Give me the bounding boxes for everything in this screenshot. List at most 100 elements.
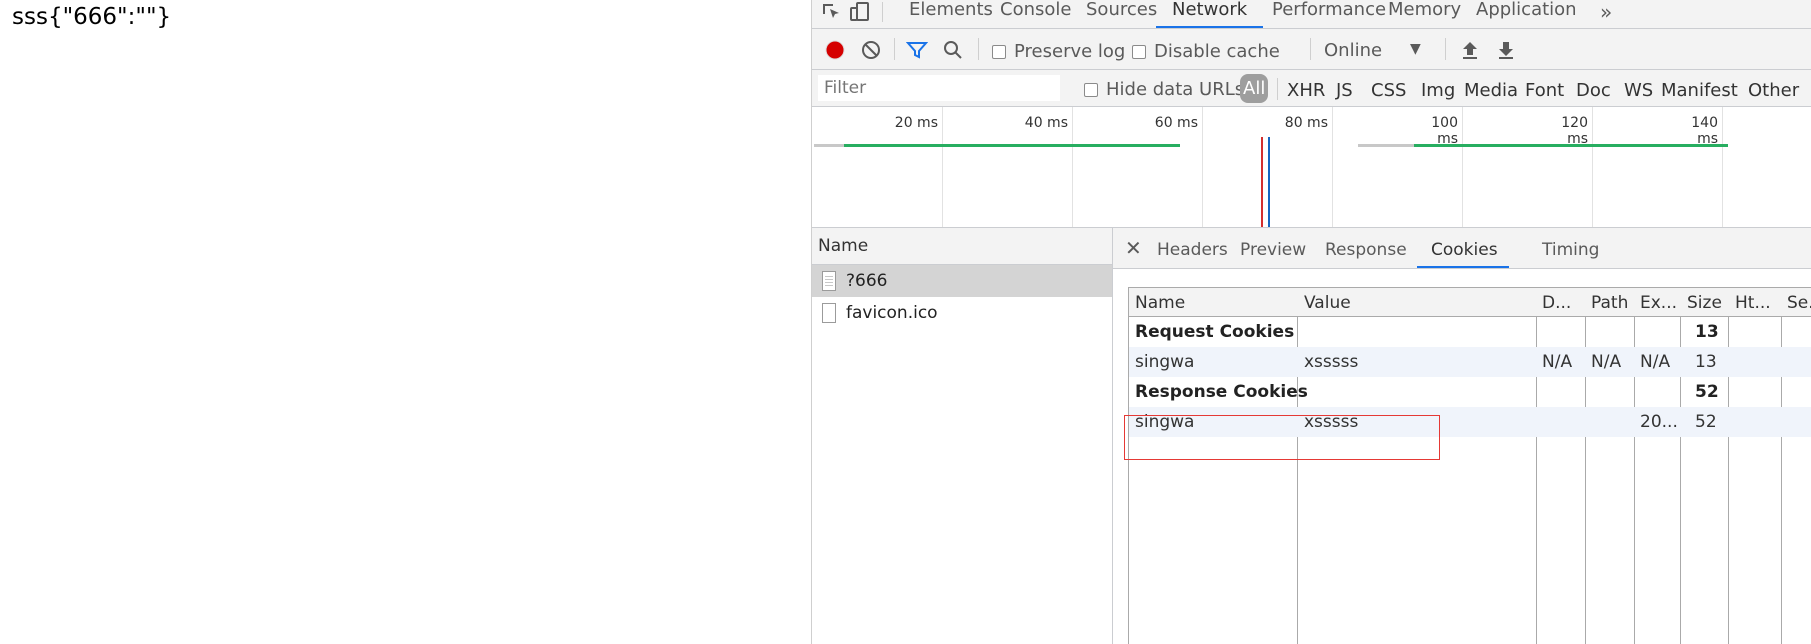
request-list-header[interactable]: Name — [812, 228, 1112, 265]
hide-data-urls-label: Hide data URLs — [1106, 79, 1245, 100]
cookie-value: xsssss — [1304, 352, 1359, 372]
cookie-expires: N/A — [1640, 352, 1671, 372]
table-row[interactable]: Request Cookies 13 — [1129, 317, 1811, 347]
download-bar — [844, 144, 1180, 147]
preserve-log-checkbox[interactable]: Preserve log — [992, 41, 1125, 62]
tab-sources[interactable]: Sources — [1084, 0, 1159, 26]
dom-content-loaded-line — [1268, 137, 1270, 227]
request-row[interactable]: ?666 — [812, 265, 1112, 297]
gridline — [1332, 107, 1333, 227]
record-icon[interactable] — [824, 39, 846, 65]
search-icon[interactable] — [942, 39, 964, 65]
divider — [1445, 38, 1446, 60]
tick-label: 140 ms — [1691, 115, 1718, 147]
filter-type-media[interactable]: Media — [1464, 80, 1518, 101]
column-header-value[interactable]: Value — [1304, 293, 1351, 313]
export-har-icon[interactable] — [1496, 39, 1516, 65]
tick-label: 100 ms — [1431, 115, 1458, 147]
active-tab-indicator — [1417, 266, 1509, 268]
hide-data-urls-checkbox[interactable]: Hide data URLs — [1084, 79, 1244, 100]
tab-network[interactable]: Network — [1156, 0, 1264, 28]
gridline — [1592, 107, 1593, 227]
inspect-element-icon[interactable] — [820, 0, 844, 24]
filter-type-css[interactable]: CSS — [1371, 80, 1406, 101]
tab-memory[interactable]: Memory — [1386, 0, 1463, 26]
page-content-text: sss{"666":""} — [12, 4, 172, 30]
divider — [882, 2, 883, 22]
filter-input[interactable] — [818, 75, 1060, 101]
cookie-size: 13 — [1695, 322, 1719, 342]
filter-icon[interactable] — [905, 39, 929, 65]
filter-type-manifest[interactable]: Manifest — [1661, 80, 1738, 101]
divider — [1310, 38, 1311, 60]
tab-headers[interactable]: Headers — [1157, 240, 1228, 260]
column-header-httponly[interactable]: Ht... — [1735, 293, 1771, 313]
file-icon — [822, 303, 836, 323]
tab-application[interactable]: Application — [1474, 0, 1579, 26]
request-name: favicon.ico — [846, 303, 938, 323]
waiting-bar — [814, 144, 844, 147]
checkbox-box[interactable] — [1132, 44, 1146, 59]
cookie-size: 52 — [1695, 412, 1717, 432]
filter-type-xhr[interactable]: XHR — [1287, 80, 1325, 101]
gridline — [1722, 107, 1723, 227]
network-toolbar: Preserve log Disable cache Online ▼ — [812, 29, 1811, 70]
tab-console[interactable]: Console — [998, 0, 1073, 26]
details-tabbar: ✕ Headers Preview Response Cookies Timin… — [1113, 228, 1811, 269]
tab-timing[interactable]: Timing — [1542, 240, 1599, 260]
gridline — [1202, 107, 1203, 227]
tab-elements[interactable]: Elements — [907, 0, 995, 26]
column-header-secure[interactable]: Se... — [1787, 293, 1811, 313]
filter-type-img[interactable]: Img — [1421, 80, 1455, 101]
filter-type-js[interactable]: JS — [1336, 80, 1353, 101]
filter-type-other[interactable]: Other — [1748, 80, 1799, 101]
cookie-domain: N/A — [1542, 352, 1573, 372]
request-list: Name ?666 favicon.ico — [812, 228, 1113, 644]
preserve-log-label: Preserve log — [1014, 41, 1126, 62]
column-header-path[interactable]: Path — [1591, 293, 1628, 313]
tab-cookies[interactable]: Cookies — [1431, 240, 1498, 260]
column-header-size[interactable]: Size — [1687, 293, 1722, 313]
gridline — [1462, 107, 1463, 227]
import-har-icon[interactable] — [1460, 39, 1480, 65]
tab-response[interactable]: Response — [1325, 240, 1407, 260]
column-header-domain[interactable]: D... — [1542, 293, 1571, 313]
divider — [1277, 78, 1278, 100]
filter-type-all[interactable]: All — [1240, 74, 1269, 103]
throttle-select[interactable]: Online — [1324, 40, 1382, 61]
checkbox-box[interactable] — [1084, 82, 1098, 97]
cookie-size: 52 — [1695, 382, 1719, 402]
timeline-overview[interactable]: 20 ms 40 ms 60 ms 80 ms 100 ms 120 ms 14… — [812, 107, 1811, 228]
column-header-name[interactable]: Name — [1135, 293, 1185, 313]
tick-label: 60 ms — [1154, 115, 1198, 131]
cookies-table: Name Value D... Path Ex... Size Ht... Se… — [1128, 287, 1811, 644]
filter-type-font[interactable]: Font — [1525, 80, 1564, 101]
cookie-name: singwa — [1135, 352, 1195, 372]
filter-type-ws[interactable]: WS — [1624, 80, 1653, 101]
table-row[interactable]: singwa xsssss N/A N/A N/A 13 — [1129, 347, 1811, 377]
document-icon — [822, 271, 836, 291]
column-header-expires[interactable]: Ex... — [1640, 293, 1677, 313]
cookie-group-label: Request Cookies — [1135, 322, 1295, 342]
tab-performance[interactable]: Performance — [1270, 0, 1388, 26]
gridline — [942, 107, 943, 227]
annotation-highlight-box — [1124, 415, 1440, 460]
download-bar — [1414, 144, 1728, 147]
filter-type-doc[interactable]: Doc — [1576, 80, 1611, 101]
disable-cache-label: Disable cache — [1154, 41, 1280, 62]
cookie-group-label: Response Cookies — [1135, 382, 1308, 402]
more-tabs-icon[interactable]: » — [1600, 0, 1612, 24]
tab-preview[interactable]: Preview — [1240, 240, 1306, 260]
close-icon[interactable]: ✕ — [1125, 236, 1142, 260]
request-row[interactable]: favicon.ico — [812, 297, 1112, 329]
chevron-down-icon[interactable]: ▼ — [1410, 41, 1421, 57]
waiting-bar — [1358, 144, 1414, 147]
disable-cache-checkbox[interactable]: Disable cache — [1132, 41, 1280, 62]
clear-icon[interactable] — [860, 39, 882, 65]
load-event-line — [1261, 137, 1263, 227]
gridline — [1072, 107, 1073, 227]
device-toolbar-icon[interactable] — [848, 0, 872, 24]
checkbox-box[interactable] — [992, 44, 1006, 59]
tick-label: 40 ms — [1024, 115, 1068, 131]
table-row[interactable]: Response Cookies 52 — [1129, 377, 1811, 407]
